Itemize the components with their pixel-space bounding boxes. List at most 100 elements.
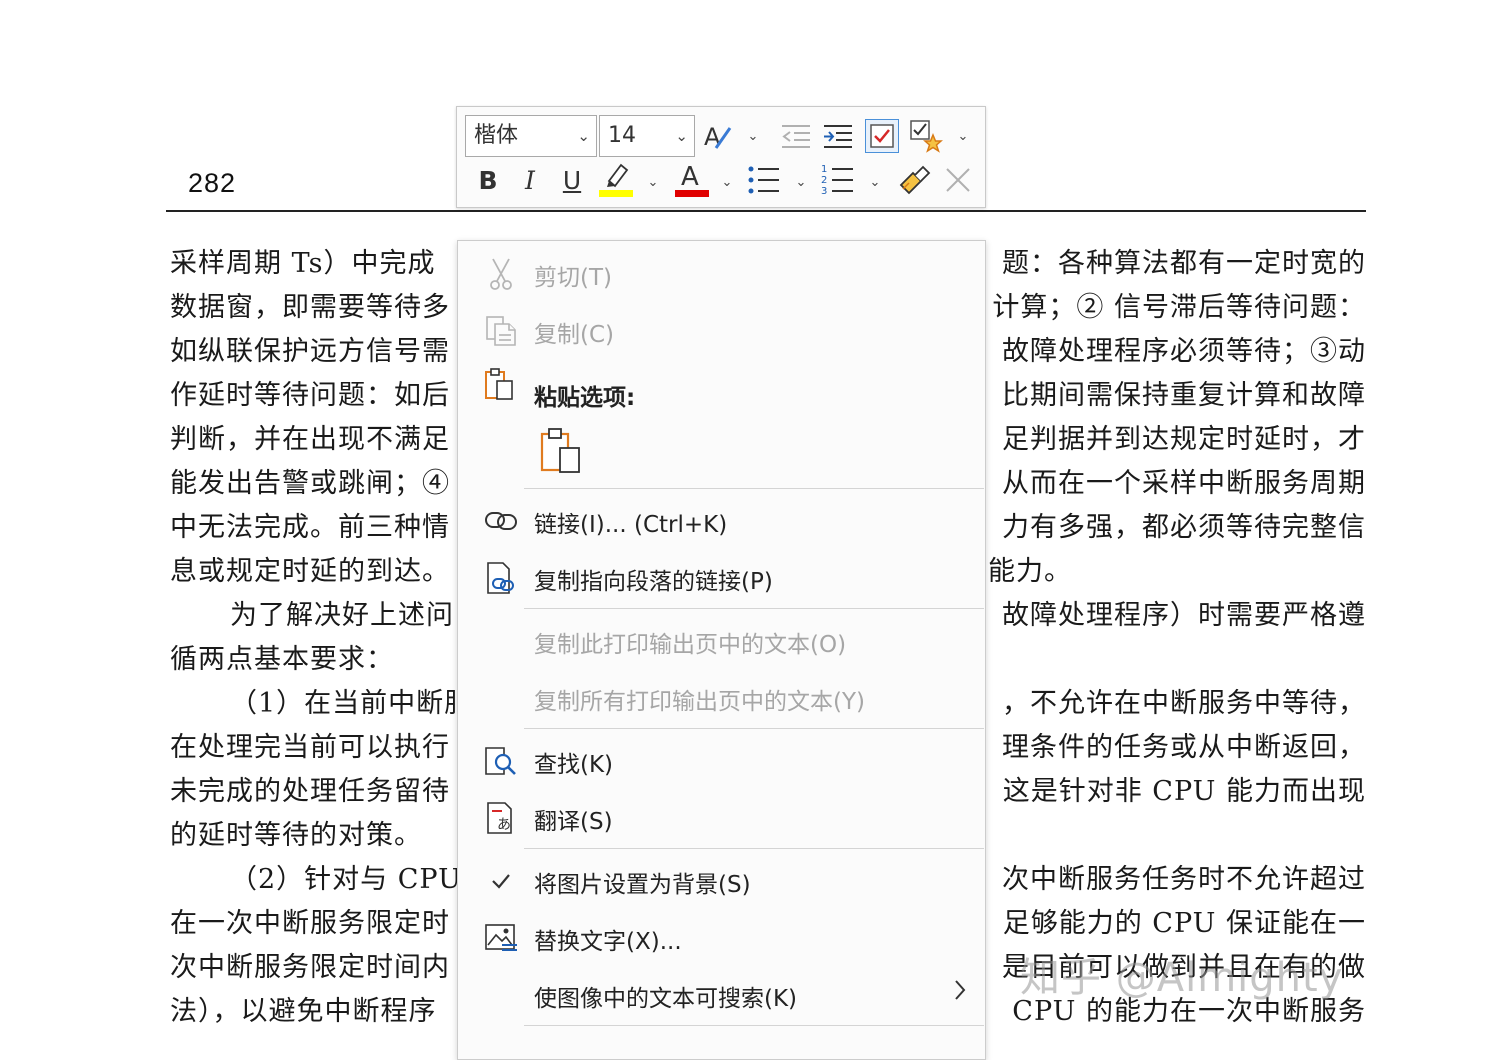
clipboard-icon [484, 367, 518, 401]
doc-line: 未完成的处理任务留待 [170, 776, 450, 807]
menu-separator [524, 488, 984, 489]
menu-item-label: 替换文字(X)... [534, 929, 682, 955]
menu-item-alt-text[interactable]: 替换文字(X)... [458, 911, 985, 963]
menu-separator [524, 1025, 984, 1026]
doc-line: 数据窗，即需要等待多 [170, 292, 450, 323]
copy-link-icon [484, 561, 518, 595]
page-number: 282 [188, 168, 237, 198]
menu-item-copy-page-text[interactable]: 复制此打印输出页中的文本(O) [458, 614, 985, 666]
doc-line-right: 故障处理程序必须等待；③动 [1002, 336, 1366, 367]
doc-line-right: 力有多强，都必须等待完整信 [1002, 512, 1366, 543]
doc-line: 能发出告警或跳闸；④ [170, 468, 450, 499]
chevron-down-icon: ⌄ [675, 127, 688, 145]
chevron-down-icon: ⌄ [577, 127, 590, 145]
doc-line: 法），以避免中断程序 [170, 996, 437, 1027]
scissors-icon [484, 257, 518, 291]
menu-separator [524, 848, 984, 849]
menu-item-label: 复制所有打印输出页中的文本(Y) [534, 689, 865, 715]
underline-icon[interactable]: U [555, 163, 589, 197]
decrease-indent-icon[interactable] [779, 119, 813, 153]
doc-line: （1）在当前中断服 [230, 688, 473, 719]
font-color-icon[interactable]: A [675, 161, 709, 197]
menu-item-cut[interactable]: 剪切(T) [458, 247, 985, 299]
font-size-select[interactable]: 14 ⌄ [599, 115, 695, 157]
italic-icon[interactable]: I [513, 163, 547, 197]
doc-line: 次中断服务限定时间内 [170, 952, 450, 983]
header-rule [166, 210, 1366, 212]
menu-item-label: 翻译(S) [534, 809, 613, 835]
translate-icon: あ [484, 801, 518, 835]
chevron-down-icon[interactable]: ⌄ [719, 165, 735, 199]
doc-line: 判断，并在出现不满足 [170, 424, 450, 455]
menu-item-set-background[interactable]: 将图片设置为背景(S) [458, 854, 985, 906]
menu-item-copy-paragraph-link[interactable]: 复制指向段落的链接(P) [458, 551, 985, 603]
bullets-icon[interactable] [747, 163, 781, 197]
doc-line-right: 故障处理程序）时需要严格遵 [1002, 600, 1366, 631]
menu-item-translate[interactable]: あ 翻译(S) [458, 791, 985, 843]
chevron-right-icon [953, 978, 967, 1008]
doc-line: （2）针对与 CPU [230, 864, 462, 895]
doc-line-right: 比期间需保持重复计算和故障 [1002, 380, 1366, 411]
svg-text:2: 2 [821, 175, 827, 186]
doc-line-right: 次中断服务任务时不允许超过 [1002, 864, 1366, 895]
menu-item-find[interactable]: 查找(K) [458, 734, 985, 786]
doc-line: 在一次中断服务限定时 [170, 908, 450, 939]
close-icon[interactable] [941, 163, 975, 197]
menu-item-link[interactable]: 链接(I)... (Ctrl+K) [458, 494, 985, 546]
doc-line: 作延时等待问题：如后 [170, 380, 450, 411]
paste-options-heading: 粘贴选项: [534, 385, 636, 411]
doc-line-right: 理条件的任务或从中断返回， [1002, 732, 1366, 763]
chevron-down-icon[interactable]: ⌄ [867, 165, 883, 199]
doc-line: 中无法完成。前三种情 [170, 512, 450, 543]
watermark: 知乎 @Almighty [1020, 955, 1344, 1001]
doc-line-right: 这是针对非 CPU 能力而出现 [1002, 776, 1366, 807]
chevron-down-icon[interactable]: ⌄ [955, 119, 971, 153]
doc-line: 如纵联保护远方信号需 [170, 336, 450, 367]
menu-item-copy-all-pages-text[interactable]: 复制所有打印输出页中的文本(Y) [458, 671, 985, 723]
svg-text:1: 1 [821, 164, 827, 175]
menu-item-searchable-text[interactable]: 使图像中的文本可搜索(K) [458, 968, 985, 1020]
menu-separator [524, 728, 984, 729]
styles-icon[interactable] [909, 119, 943, 153]
highlight-icon[interactable] [599, 161, 633, 197]
menu-item-label: 剪切(T) [534, 265, 612, 291]
increase-indent-icon[interactable] [821, 119, 855, 153]
doc-line-right: 能力。 [988, 556, 1072, 587]
copy-icon [484, 314, 518, 348]
menu-item-copy[interactable]: 复制(C) [458, 304, 985, 356]
chevron-down-icon[interactable]: ⌄ [793, 165, 809, 199]
doc-line-right: 从而在一个采样中断服务周期 [1002, 468, 1366, 499]
doc-line: 在处理完当前可以执行 [170, 732, 450, 763]
text-style-icon[interactable]: A [701, 119, 735, 153]
menu-item-label: 查找(K) [534, 752, 614, 778]
menu-item-label: 将图片设置为背景(S) [534, 872, 751, 898]
format-painter-icon[interactable] [897, 163, 931, 197]
numbering-icon[interactable]: 123 [821, 163, 855, 197]
svg-text:A: A [681, 162, 699, 192]
doc-line-right: 题：各种算法都有一定时宽的 [1002, 248, 1366, 279]
doc-line: 息或规定时延的到达。 [170, 556, 450, 587]
link-icon [484, 504, 518, 538]
chevron-down-icon[interactable]: ⌄ [745, 119, 761, 153]
menu-item-label: 复制此打印输出页中的文本(O) [534, 632, 847, 658]
checkmark-icon [484, 864, 518, 898]
menu-item-label: 链接(I)... (Ctrl+K) [534, 512, 728, 538]
menu-separator [524, 608, 984, 609]
menu-item-label: 使图像中的文本可搜索(K) [534, 986, 798, 1012]
doc-line-right: 足判据并到达规定时延时，才 [1002, 424, 1366, 455]
svg-text:3: 3 [821, 186, 827, 197]
paste-keep-source-button[interactable] [534, 427, 586, 477]
doc-line: 的延时等待的对策。 [170, 820, 422, 851]
doc-line: 为了解决好上述问 [230, 600, 454, 631]
menu-item-label: 复制指向段落的链接(P) [534, 569, 773, 595]
bold-icon[interactable]: B [471, 163, 505, 197]
track-changes-icon[interactable] [865, 119, 899, 153]
context-menu: 剪切(T) 复制(C) 粘贴选项: 链接(I)... (Ctrl+K) 复制指向… [457, 240, 986, 1060]
doc-line: 循两点基本要求： [170, 644, 394, 675]
font-size-value: 14 [608, 123, 636, 148]
font-name-select[interactable]: 楷体 ⌄ [465, 115, 597, 157]
font-name-value: 楷体 [474, 123, 519, 148]
find-icon [484, 744, 518, 778]
doc-line: 采样周期 Ts）中完成 [170, 248, 436, 279]
chevron-down-icon[interactable]: ⌄ [645, 165, 661, 199]
